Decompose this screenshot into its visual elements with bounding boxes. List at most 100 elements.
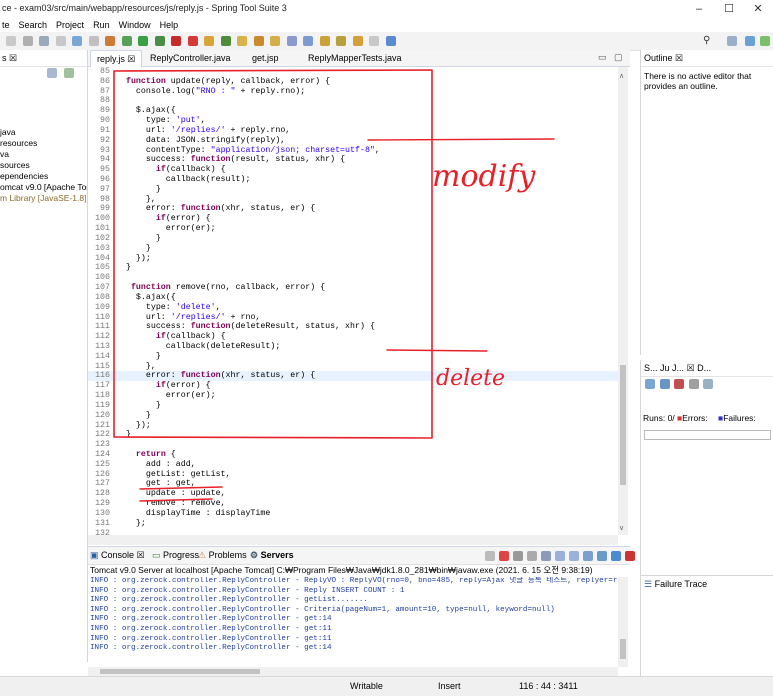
code-line[interactable]: 126 getList: getList, [88, 470, 618, 480]
tree-item[interactable] [0, 105, 87, 116]
tab-problems[interactable]: ⚠ Problems [198, 547, 247, 564]
step-icon[interactable] [88, 36, 99, 46]
spring-perspective-icon[interactable] [760, 36, 770, 46]
scroll-lock-icon[interactable] [541, 551, 551, 561]
show-failures-icon[interactable] [674, 379, 685, 389]
code-line[interactable]: 129 remove : remove, [88, 499, 618, 509]
menu-item-project[interactable]: Project [56, 18, 84, 32]
tree-item[interactable] [0, 94, 87, 105]
code-line[interactable]: 97 } [88, 185, 618, 195]
code-line[interactable]: 106 [88, 273, 618, 283]
display-console-icon[interactable] [597, 551, 607, 561]
code-line[interactable]: 116 error: function(xhr, status, er) { [88, 371, 618, 382]
tree-item[interactable] [0, 116, 87, 127]
run-as-icon[interactable] [154, 36, 165, 46]
code-line[interactable]: 99 error: function(xhr, status, er) { [88, 204, 618, 214]
open-perspective-icon[interactable] [727, 36, 737, 46]
tree-item[interactable]: resources [0, 138, 87, 149]
prev-failure-icon[interactable] [659, 379, 670, 389]
code-line[interactable]: 96 callback(result); [88, 175, 618, 185]
show-on-output-icon[interactable] [569, 551, 579, 561]
minimize-editor-icon[interactable]: ▭ [598, 52, 607, 63]
code-line[interactable]: 113 callback(deleteResult); [88, 342, 618, 352]
code-line[interactable]: 90 type: 'put', [88, 116, 618, 126]
code-line[interactable]: 102 } [88, 234, 618, 244]
scroll-lock-icon[interactable] [688, 379, 699, 389]
code-line[interactable]: 91 url: '/replies/' + reply.rno, [88, 126, 618, 136]
open-task-icon[interactable] [253, 36, 264, 46]
code-line[interactable]: 87 console.log("RNO : " + reply.rno); [88, 87, 618, 97]
tab-reply-js[interactable]: reply.js ☒ [90, 50, 143, 67]
remove-launch-icon[interactable] [513, 551, 523, 561]
tree-item[interactable] [0, 83, 87, 94]
console-hscroll-thumb[interactable] [100, 669, 260, 674]
code-line[interactable]: 104 }); [88, 254, 618, 264]
code-line[interactable]: 130 displayTime : displayTime [88, 509, 618, 519]
debug-icon[interactable] [39, 36, 50, 46]
save-icon[interactable] [6, 36, 16, 46]
prev-annotation-icon[interactable] [336, 36, 347, 46]
code-line[interactable]: 94 success: function(result, status, xhr… [88, 155, 618, 165]
code-line[interactable]: 125 add : add, [88, 460, 618, 470]
code-line[interactable]: 118 error(er); [88, 391, 618, 401]
code-line[interactable]: 124 return { [88, 450, 618, 460]
menu-item-run[interactable]: Run [93, 18, 110, 32]
run-icon[interactable] [138, 36, 149, 46]
forward-icon[interactable] [369, 36, 380, 46]
menu-item-search[interactable]: Search [19, 18, 48, 32]
code-line[interactable]: 103 } [88, 244, 618, 254]
code-line[interactable]: 122 } [88, 430, 618, 440]
open-type-icon[interactable] [237, 36, 248, 46]
tab-progress[interactable]: ▭ Progress [152, 547, 199, 564]
code-line[interactable]: 86 function update(reply, callback, erro… [88, 77, 618, 87]
editor-scroll-thumb[interactable] [620, 365, 626, 485]
external-tools-icon[interactable] [187, 36, 198, 46]
junit-header[interactable]: S... Ju J... ☒ D... [641, 360, 773, 377]
menu-item-help[interactable]: Help [160, 18, 179, 32]
console-output[interactable]: INFO : org.zerock.controller.ReplyContro… [90, 577, 618, 667]
tree-item[interactable]: java [0, 127, 87, 138]
code-line[interactable]: 120 } [88, 411, 618, 421]
collapse-all-icon[interactable] [47, 68, 57, 78]
quick-access-search-icon[interactable]: ⚲ [703, 35, 710, 46]
print-icon[interactable] [22, 36, 33, 46]
outline-header[interactable]: Outline ☒ [641, 50, 773, 67]
spring-icon[interactable] [625, 551, 635, 561]
code-line[interactable]: 107 function remove(rno, callback, error… [88, 283, 618, 293]
new-project-icon[interactable] [204, 36, 215, 46]
code-line[interactable]: 89 $.ajax({ [88, 106, 618, 116]
tab-reply-controller[interactable]: ReplyController.java [144, 50, 237, 66]
tab-reply-mapper-tests[interactable]: ReplyMapperTests.java [302, 50, 408, 66]
code-line[interactable]: 119 } [88, 401, 618, 411]
console-vertical-scrollbar[interactable] [618, 577, 628, 667]
editor-horizontal-scrollbar[interactable] [88, 535, 618, 545]
stop-icon[interactable] [499, 551, 509, 561]
code-line[interactable]: 108 $.ajax({ [88, 293, 618, 303]
code-line[interactable]: 123 [88, 440, 618, 450]
tab-servers[interactable]: ⚙ Servers [250, 547, 294, 564]
code-line[interactable]: 114 } [88, 352, 618, 362]
code-line[interactable]: 111 success: function(deleteResult, stat… [88, 322, 618, 332]
tree-item[interactable]: va [0, 149, 87, 160]
code-line[interactable]: 110 url: '/replies/' + rno, [88, 313, 618, 323]
maximize-editor-icon[interactable]: ▢ [614, 52, 623, 63]
tree-item[interactable]: sources [0, 160, 87, 171]
tree-item[interactable]: ependencies [0, 171, 87, 182]
clear-console-icon[interactable] [527, 551, 537, 561]
code-line[interactable]: 101 error(er); [88, 224, 618, 234]
code-line[interactable]: 105 } [88, 263, 618, 273]
link-editor-icon[interactable] [63, 68, 74, 78]
code-line[interactable]: 121 }); [88, 421, 618, 431]
code-line[interactable]: 95 if(callback) { [88, 165, 618, 175]
code-line[interactable]: 127 get : get, [88, 479, 618, 489]
pin-console-icon[interactable] [583, 551, 593, 561]
skip-icon[interactable] [72, 36, 83, 46]
tab-get-jsp[interactable]: get.jsp [246, 50, 285, 66]
code-line[interactable]: 128 update : update, [88, 489, 618, 499]
toggle-mark-icon[interactable] [303, 36, 314, 46]
console-horizontal-scrollbar[interactable] [88, 667, 618, 676]
annotation-icon[interactable] [286, 36, 297, 46]
minimize-button[interactable]: – [684, 0, 714, 18]
back-icon[interactable] [352, 36, 363, 46]
code-area[interactable]: 85 86 function update(reply, callback, er… [88, 67, 618, 535]
